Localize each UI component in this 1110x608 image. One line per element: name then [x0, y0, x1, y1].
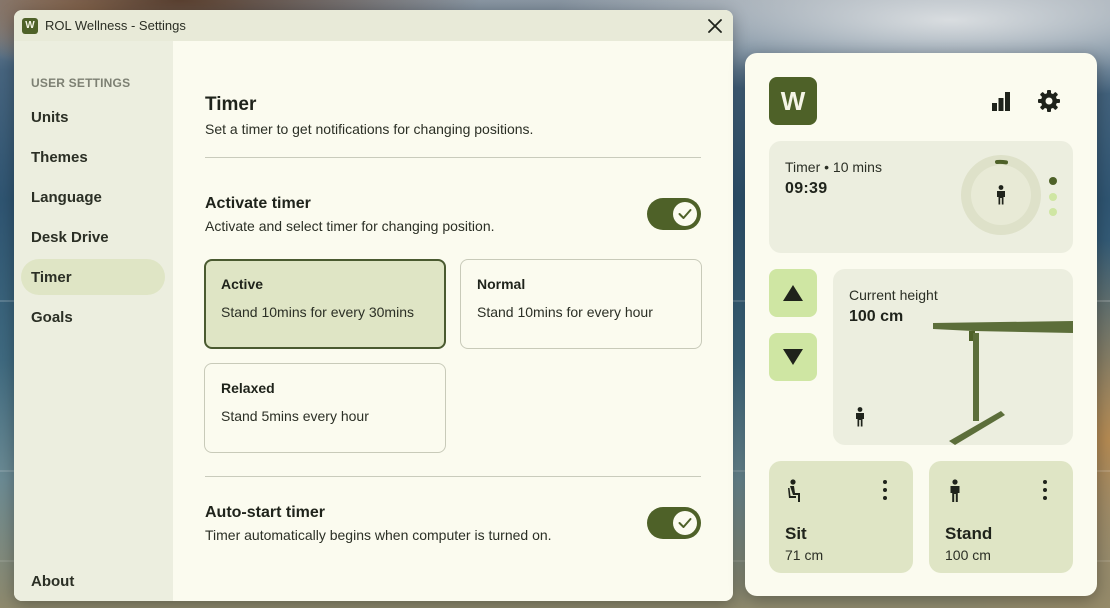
- timer-progress-ring: [961, 155, 1041, 235]
- sitting-person-icon: [788, 479, 800, 502]
- auto-start-timer-title: Auto-start timer: [205, 504, 326, 521]
- toggle-knob: [673, 202, 697, 226]
- activate-timer-description: Activate and select timer for changing p…: [205, 218, 495, 234]
- sidebar-item-themes[interactable]: Themes: [21, 139, 165, 175]
- preset-stand-more-button[interactable]: [1033, 477, 1057, 503]
- gear-icon: [1038, 90, 1060, 112]
- window-title: ROL Wellness - Settings: [45, 18, 186, 33]
- option-description: Stand 10mins for every hour: [477, 304, 653, 320]
- sidebar-item-label: Themes: [31, 148, 88, 166]
- status-dot: [1049, 177, 1057, 185]
- standing-person-icon: [856, 407, 864, 427]
- page-subtitle: Set a timer to get notifications for cha…: [205, 121, 534, 137]
- preset-name: Stand: [945, 524, 993, 543]
- close-button[interactable]: [703, 14, 727, 38]
- preset-height: 71 cm: [785, 547, 824, 563]
- preset-height: 100 cm: [945, 547, 991, 563]
- lower-desk-button[interactable]: [769, 333, 817, 381]
- standing-person-icon: [997, 185, 1005, 205]
- timer-label: Timer • 10 mins: [785, 159, 882, 175]
- option-description: Stand 10mins for every 30mins: [221, 304, 414, 320]
- sidebar-item-label: Timer: [31, 268, 72, 286]
- sidebar-item-label: About: [31, 572, 75, 590]
- sidebar-item-desk-drive[interactable]: Desk Drive: [21, 219, 165, 255]
- app-logo: W: [22, 17, 38, 34]
- sidebar-item-units[interactable]: Units: [21, 99, 165, 135]
- timer-countdown: 09:39: [785, 180, 828, 197]
- auto-start-timer-description: Timer automatically begins when computer…: [205, 527, 552, 543]
- preset-sit[interactable]: Sit 71 cm: [769, 461, 913, 573]
- settings-button[interactable]: [1033, 85, 1065, 117]
- page-title: Timer: [205, 94, 257, 115]
- sidebar-item-label: Units: [31, 108, 69, 126]
- arrow-up-icon: [783, 285, 803, 301]
- sidebar-item-label: Desk Drive: [31, 228, 109, 246]
- current-height-card: Current height 100 cm: [833, 269, 1073, 445]
- more-vertical-icon: [883, 480, 887, 500]
- sidebar-item-label: Goals: [31, 308, 73, 326]
- check-icon: [678, 209, 692, 219]
- status-dot: [1049, 193, 1057, 201]
- divider: [205, 157, 701, 158]
- stats-button[interactable]: [985, 85, 1017, 117]
- auto-start-timer-toggle[interactable]: [647, 507, 701, 539]
- timer-settings-panel: Timer Set a timer to get notifications f…: [204, 41, 702, 601]
- option-name: Active: [221, 276, 264, 292]
- arrow-down-icon: [783, 349, 803, 365]
- option-description: Stand 5mins every hour: [221, 408, 369, 424]
- more-vertical-icon: [1043, 480, 1047, 500]
- activate-timer-toggle[interactable]: [647, 198, 701, 230]
- raise-desk-button[interactable]: [769, 269, 817, 317]
- sidebar-item-timer[interactable]: Timer: [21, 259, 165, 295]
- check-icon: [678, 518, 692, 528]
- sidebar: USER SETTINGS Units Themes Language Desk…: [14, 41, 173, 601]
- timer-inner: [971, 165, 1031, 225]
- toggle-knob: [673, 511, 697, 535]
- sidebar-item-about[interactable]: About: [21, 563, 165, 599]
- divider: [205, 476, 701, 477]
- desk-widget: W Timer • 10 mins 09:39 Current height 1…: [745, 53, 1097, 596]
- bar-chart-icon: [992, 92, 1010, 111]
- preset-stand[interactable]: Stand 100 cm: [929, 461, 1073, 573]
- status-dot: [1049, 208, 1057, 216]
- sidebar-item-label: Language: [31, 188, 102, 206]
- sidebar-header: USER SETTINGS: [31, 76, 131, 90]
- timer-option-active[interactable]: Active Stand 10mins for every 30mins: [204, 259, 446, 349]
- height-label: Current height: [849, 287, 938, 303]
- option-name: Normal: [477, 276, 526, 292]
- option-name: Relaxed: [221, 380, 275, 396]
- height-value: 100 cm: [849, 308, 904, 325]
- standing-person-icon: [950, 479, 960, 502]
- preset-name: Sit: [785, 524, 807, 543]
- timer-card[interactable]: Timer • 10 mins 09:39: [769, 141, 1073, 253]
- close-icon: [708, 19, 722, 33]
- preset-sit-more-button[interactable]: [873, 477, 897, 503]
- activate-timer-title: Activate timer: [205, 195, 311, 212]
- settings-window: W ROL Wellness - Settings USER SETTINGS …: [14, 10, 733, 601]
- sidebar-item-language[interactable]: Language: [21, 179, 165, 215]
- title-bar: W ROL Wellness - Settings: [14, 10, 733, 41]
- sidebar-item-goals[interactable]: Goals: [21, 299, 165, 335]
- timer-option-normal[interactable]: Normal Stand 10mins for every hour: [460, 259, 702, 349]
- app-logo: W: [769, 77, 817, 125]
- timer-option-relaxed[interactable]: Relaxed Stand 5mins every hour: [204, 363, 446, 453]
- standing-desk-illustration: [933, 321, 1073, 445]
